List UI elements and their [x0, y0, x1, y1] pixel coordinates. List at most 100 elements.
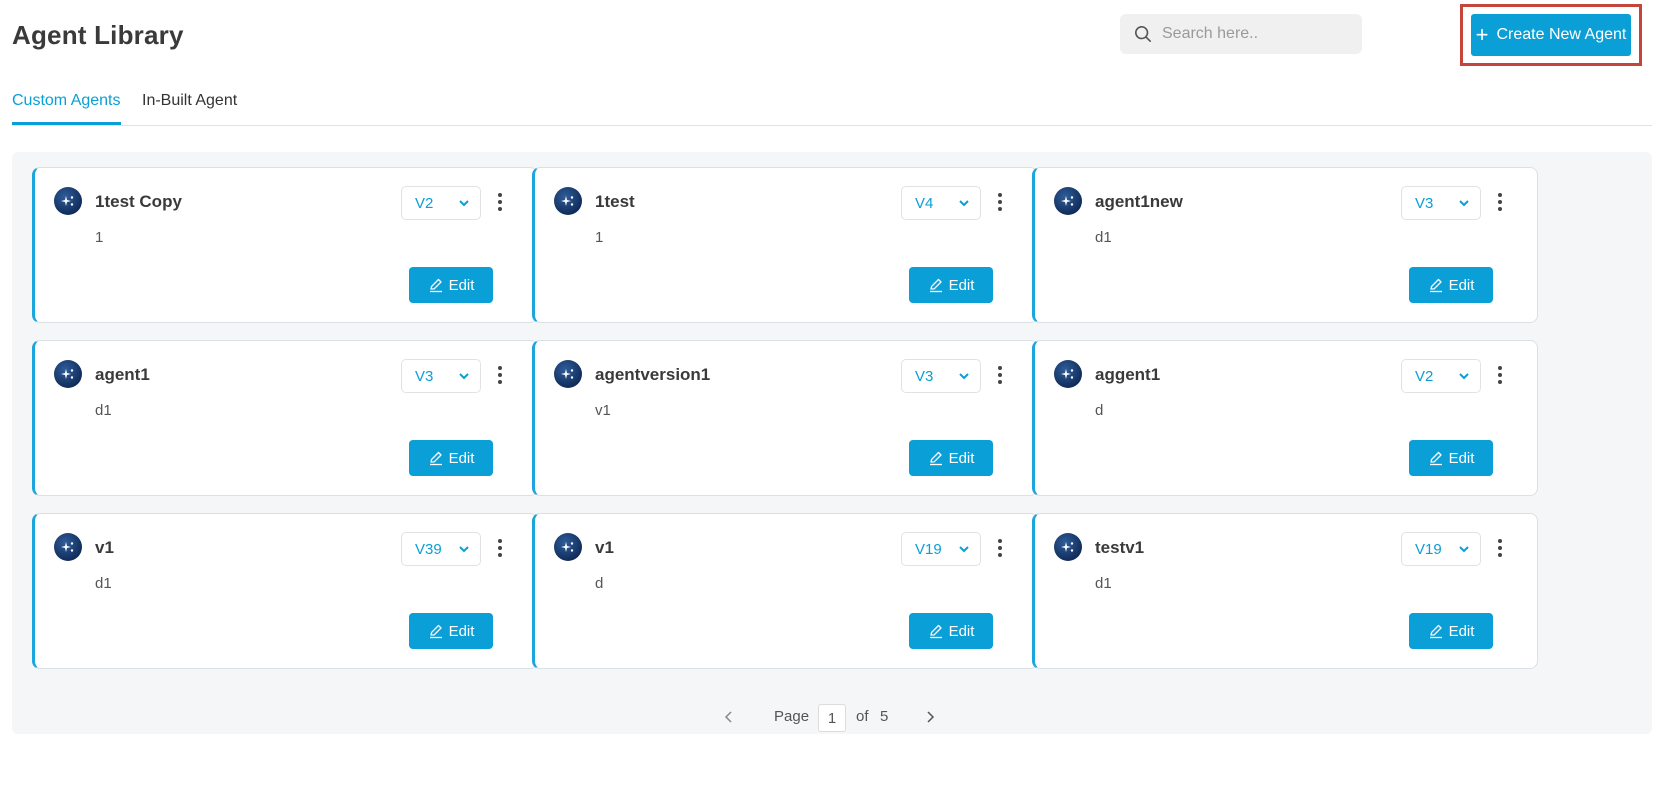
version-value: V2 — [415, 194, 434, 212]
agent-name: testv1 — [1095, 538, 1145, 557]
agent-name: 1test — [595, 192, 635, 211]
edit-button[interactable]: Edit — [1409, 613, 1493, 649]
edit-button[interactable]: Edit — [409, 613, 493, 649]
sparkle-icon — [1054, 533, 1082, 561]
agent-card[interactable]: v1 d1 V39 Edit — [32, 513, 538, 669]
kebab-menu-icon[interactable] — [1495, 363, 1505, 387]
version-value: V19 — [915, 540, 942, 558]
page-number-input[interactable] — [818, 704, 846, 732]
version-value: V39 — [415, 540, 442, 558]
agent-card[interactable]: testv1 d1 V19 Edit — [1032, 513, 1538, 669]
kebab-menu-icon[interactable] — [995, 536, 1005, 560]
search-input[interactable] — [1162, 25, 1352, 43]
agent-description: d1 — [1095, 575, 1112, 592]
page-title: Agent Library — [12, 20, 184, 50]
kebab-menu-icon[interactable] — [995, 190, 1005, 214]
agent-description: d — [1095, 402, 1104, 419]
agent-name: agentversion1 — [595, 365, 711, 384]
kebab-menu-icon[interactable] — [995, 363, 1005, 387]
kebab-menu-icon[interactable] — [495, 363, 505, 387]
version-select[interactable]: V3 — [901, 359, 981, 393]
sparkle-icon — [1054, 187, 1082, 215]
page-label: Page — [774, 708, 810, 725]
edit-button[interactable]: Edit — [909, 613, 993, 649]
agent-card[interactable]: agentversion1 v1 V3 Edit — [532, 340, 1038, 496]
sparkle-icon — [54, 187, 82, 215]
chevron-down-icon — [1459, 546, 1469, 553]
version-select[interactable]: V19 — [1401, 532, 1481, 566]
edit-button[interactable]: Edit — [1409, 440, 1493, 476]
agent-description: d1 — [95, 575, 112, 592]
version-select[interactable]: V3 — [401, 359, 481, 393]
version-select[interactable]: V3 — [1401, 186, 1481, 220]
sparkle-icon — [54, 533, 82, 561]
agent-card[interactable]: agent1new d1 V3 Edit — [1032, 167, 1538, 323]
of-label: of — [856, 708, 869, 725]
edit-label: Edit — [948, 276, 975, 294]
pencil-icon — [429, 278, 442, 293]
edit-label: Edit — [448, 276, 475, 294]
kebab-menu-icon[interactable] — [1495, 190, 1505, 214]
create-new-agent-button[interactable]: + Create New Agent — [1471, 14, 1631, 56]
edit-button[interactable]: Edit — [1409, 267, 1493, 303]
agent-name: v1 — [595, 538, 614, 557]
chevron-left-icon[interactable] — [723, 710, 735, 724]
chevron-down-icon — [959, 546, 969, 553]
pencil-icon — [429, 624, 442, 639]
version-value: V2 — [1415, 367, 1434, 385]
chevron-down-icon — [459, 373, 469, 380]
kebab-menu-icon[interactable] — [1495, 536, 1505, 560]
pagination: Page of 5 — [0, 704, 1674, 732]
version-value: V3 — [915, 367, 934, 385]
edit-button[interactable]: Edit — [909, 440, 993, 476]
version-value: V4 — [915, 194, 934, 212]
sparkle-icon — [54, 360, 82, 388]
agent-card[interactable]: aggent1 d V2 Edit — [1032, 340, 1538, 496]
edit-label: Edit — [948, 622, 975, 640]
version-select[interactable]: V19 — [901, 532, 981, 566]
kebab-menu-icon[interactable] — [495, 536, 505, 560]
edit-button[interactable]: Edit — [409, 267, 493, 303]
edit-button[interactable]: Edit — [909, 267, 993, 303]
pencil-icon — [1429, 278, 1442, 293]
kebab-menu-icon[interactable] — [495, 190, 505, 214]
agent-card[interactable]: 1test Copy 1 V2 Edit — [32, 167, 538, 323]
edit-button[interactable]: Edit — [409, 440, 493, 476]
version-value: V19 — [1415, 540, 1442, 558]
pencil-icon — [1429, 624, 1442, 639]
edit-label: Edit — [1448, 276, 1475, 294]
version-value: V3 — [1415, 194, 1434, 212]
tab-bar: Custom Agents In-Built Agent — [12, 90, 1652, 126]
tab-in-built-agent[interactable]: In-Built Agent — [142, 92, 237, 110]
agent-name: agent1 — [95, 365, 150, 384]
agent-description: d1 — [95, 402, 112, 419]
edit-label: Edit — [948, 449, 975, 467]
version-value: V3 — [415, 367, 434, 385]
create-new-agent-label: Create New Agent — [1496, 26, 1627, 43]
agent-card[interactable]: v1 d V19 Edit — [532, 513, 1038, 669]
agent-description: d1 — [1095, 229, 1112, 246]
version-select[interactable]: V4 — [901, 186, 981, 220]
pencil-icon — [929, 278, 942, 293]
search-box[interactable] — [1120, 14, 1362, 54]
edit-label: Edit — [448, 449, 475, 467]
pencil-icon — [929, 624, 942, 639]
agent-card[interactable]: agent1 d1 V3 Edit — [32, 340, 538, 496]
edit-label: Edit — [1448, 622, 1475, 640]
chevron-down-icon — [959, 200, 969, 207]
sparkle-icon — [554, 187, 582, 215]
total-pages: 5 — [880, 708, 889, 725]
agent-grid: 1test Copy 1 V2 Edit 1test 1 V4 Edit agent1new d1… — [12, 152, 1652, 734]
chevron-down-icon — [959, 373, 969, 380]
chevron-down-icon — [1459, 200, 1469, 207]
agent-description: d — [595, 575, 604, 592]
version-select[interactable]: V2 — [401, 186, 481, 220]
version-select[interactable]: V39 — [401, 532, 481, 566]
chevron-down-icon — [1459, 373, 1469, 380]
agent-description: v1 — [595, 402, 611, 419]
tab-custom-agents[interactable]: Custom Agents — [12, 92, 121, 125]
version-select[interactable]: V2 — [1401, 359, 1481, 393]
chevron-right-icon[interactable] — [924, 710, 936, 724]
agent-name: v1 — [95, 538, 114, 557]
agent-card[interactable]: 1test 1 V4 Edit — [532, 167, 1038, 323]
